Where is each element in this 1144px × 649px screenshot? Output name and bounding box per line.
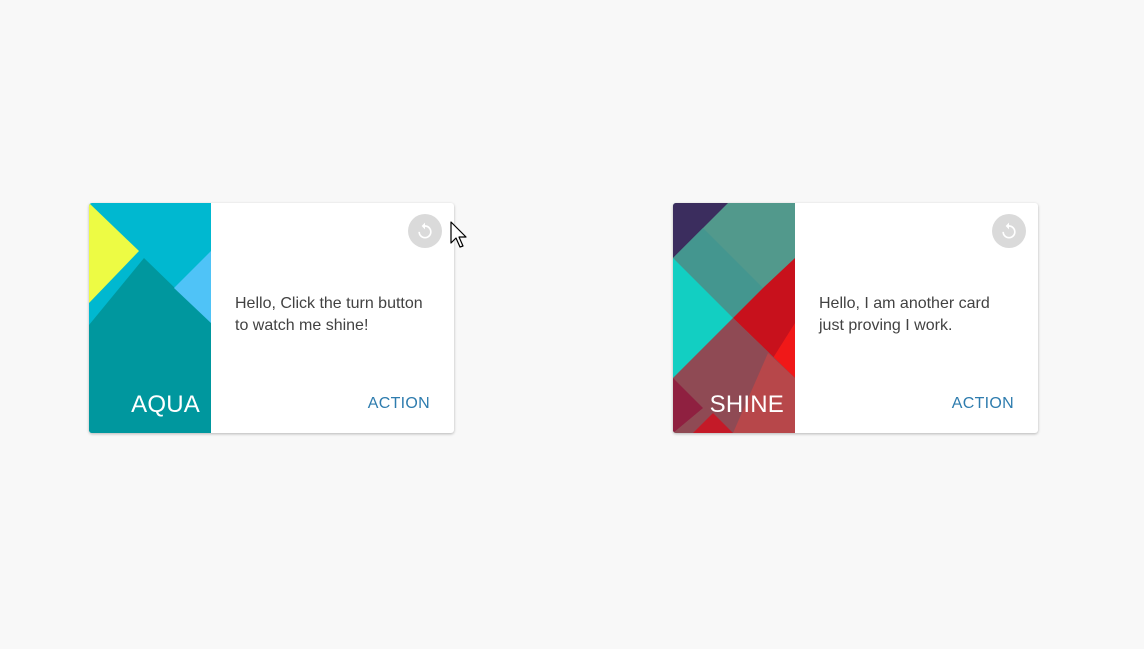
card-media-title: SHINE xyxy=(709,391,784,418)
page: AQUA Hello, Click the turn button to wat… xyxy=(0,0,1144,649)
turn-button[interactable] xyxy=(992,214,1026,248)
rotate-left-icon xyxy=(1002,222,1016,239)
action-button[interactable]: ACTION xyxy=(952,395,1014,413)
card-shine: SHINE Hello, I am another card just prov… xyxy=(673,203,1038,433)
action-button[interactable]: ACTION xyxy=(368,395,430,413)
card-aqua: AQUA Hello, Click the turn button to wat… xyxy=(89,203,454,433)
card-description: Hello, Click the turn button to watch me… xyxy=(235,295,423,334)
card-media-aqua: AQUA xyxy=(89,203,211,433)
turn-button[interactable] xyxy=(408,214,442,248)
card-description: Hello, I am another card just proving I … xyxy=(819,295,990,334)
card-body-shine: Hello, I am another card just proving I … xyxy=(795,203,1038,433)
card-media-title: AQUA xyxy=(131,391,200,418)
card-media-shine: SHINE xyxy=(673,203,795,433)
card-body-aqua: Hello, Click the turn button to watch me… xyxy=(211,203,454,433)
rotate-left-icon xyxy=(418,222,432,239)
